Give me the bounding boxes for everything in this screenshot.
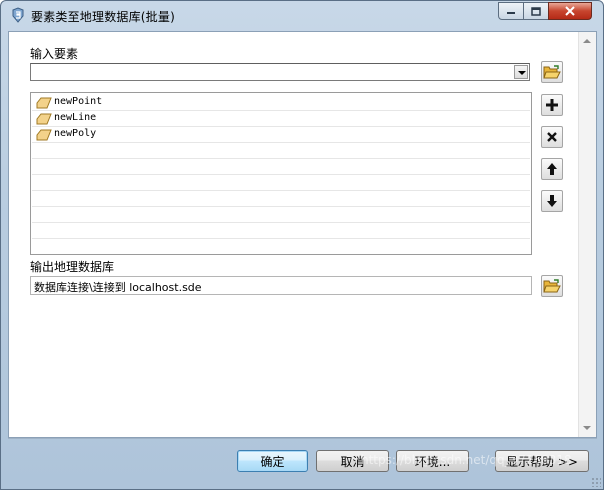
output-geodatabase-value: 数据库连接\连接到 localhost.sde xyxy=(34,281,202,294)
empty-row xyxy=(32,143,530,159)
empty-row xyxy=(32,175,530,191)
empty-row xyxy=(32,191,530,207)
list-item[interactable]: newLine xyxy=(32,111,530,127)
window-title: 要素类至地理数据库(批量) xyxy=(31,10,175,24)
close-icon xyxy=(565,6,575,16)
browse-input-button[interactable] xyxy=(541,61,563,83)
ok-button[interactable]: 确定 xyxy=(237,450,308,472)
footer-divider xyxy=(8,438,597,439)
minimize-icon xyxy=(507,12,515,14)
maximize-button[interactable] xyxy=(523,2,549,20)
output-geodatabase-label: 输出地理数据库 xyxy=(30,260,115,274)
empty-row xyxy=(32,239,530,254)
minimize-button[interactable] xyxy=(498,2,524,20)
empty-row xyxy=(32,159,530,175)
input-features-list[interactable]: newPoint newLine newPoly xyxy=(30,92,532,255)
scroll-up-icon[interactable] xyxy=(583,39,591,43)
output-geodatabase-field[interactable]: 数据库连接\连接到 localhost.sde xyxy=(30,276,532,295)
watermark: https://blog.csdn.net/qq_37268318 xyxy=(361,453,572,467)
move-down-button[interactable] xyxy=(541,190,563,212)
arrow-up-icon xyxy=(547,163,557,175)
chevron-down-icon[interactable] xyxy=(514,65,528,79)
resize-grip-icon[interactable] xyxy=(591,477,601,487)
x-icon xyxy=(547,132,557,142)
vertical-scrollbar[interactable] xyxy=(578,32,596,437)
input-features-label: 输入要素 xyxy=(30,47,79,61)
app-icon xyxy=(12,7,24,23)
empty-row xyxy=(32,207,530,223)
close-button[interactable] xyxy=(548,2,592,20)
feature-class-icon xyxy=(36,97,52,109)
empty-row xyxy=(32,223,530,239)
folder-open-icon xyxy=(543,65,561,79)
dialog-window: 要素类至地理数据库(批量) 输入要素 newPoint newLine newP… xyxy=(0,0,604,490)
browse-output-button[interactable] xyxy=(541,275,563,297)
scroll-down-icon[interactable] xyxy=(583,426,591,430)
add-button[interactable] xyxy=(541,94,563,116)
feature-class-icon xyxy=(36,113,52,125)
list-item-label: newLine xyxy=(54,112,97,123)
arrow-down-icon xyxy=(547,195,557,207)
maximize-icon xyxy=(531,6,541,16)
list-item[interactable]: newPoly xyxy=(32,127,530,143)
input-features-combo[interactable] xyxy=(30,63,530,81)
folder-open-icon xyxy=(543,279,561,293)
feature-class-icon xyxy=(36,129,52,141)
move-up-button[interactable] xyxy=(541,158,563,180)
remove-button[interactable] xyxy=(541,126,563,148)
title-bar[interactable]: 要素类至地理数据库(批量) xyxy=(1,1,603,31)
plus-icon xyxy=(546,99,558,111)
list-item-label: newPoint xyxy=(54,96,103,107)
list-item[interactable]: newPoint xyxy=(32,95,530,111)
list-item-label: newPoly xyxy=(54,128,97,139)
